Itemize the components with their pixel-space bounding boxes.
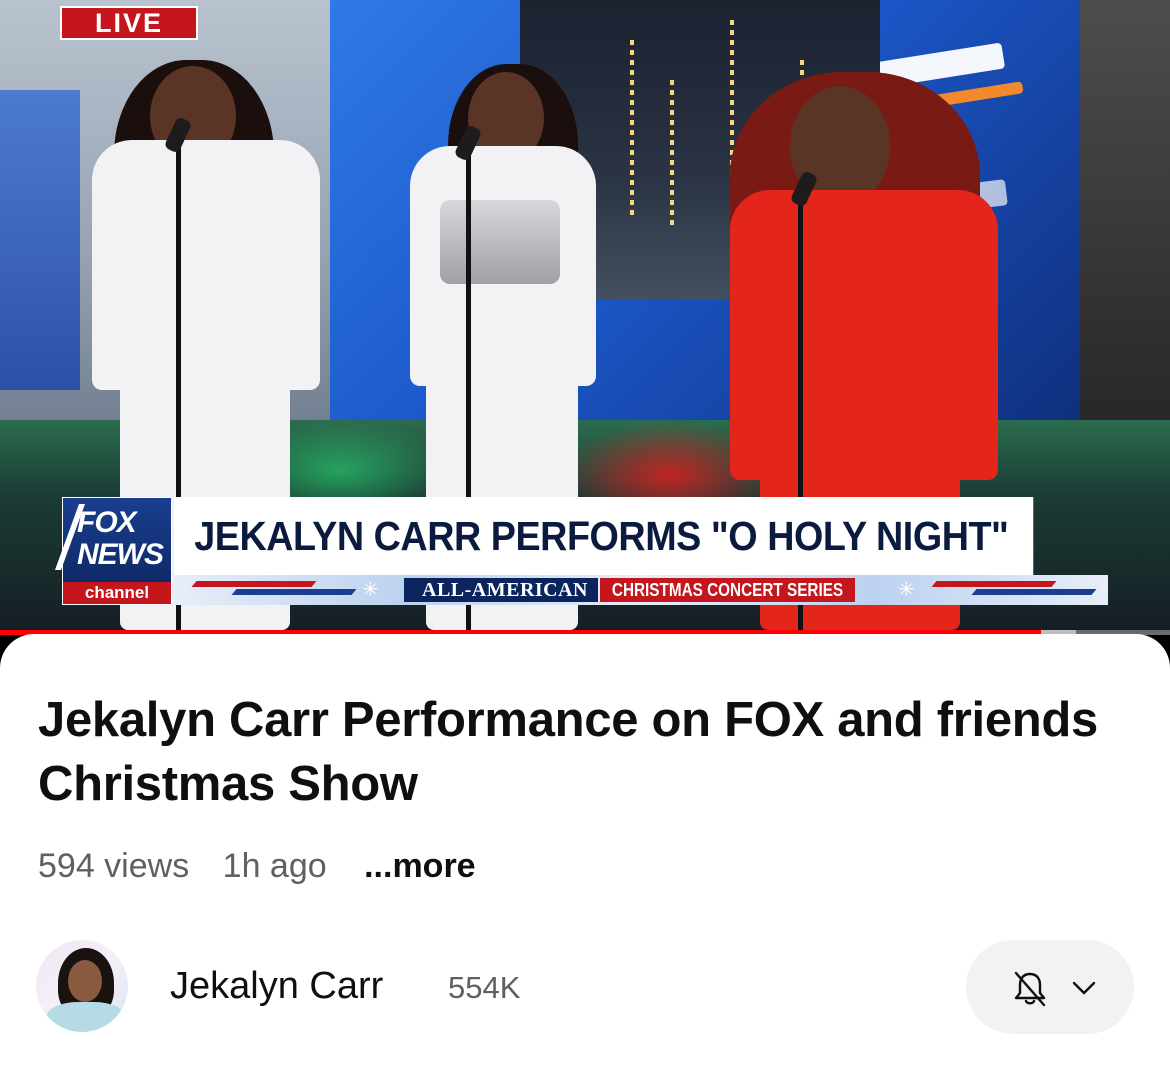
lower-third-headline: JEKALYN CARR PERFORMS "O HOLY NIGHT" [174, 497, 1034, 575]
series-all-american: ALL-AMERICAN [404, 578, 598, 602]
lower-third-series-bar: ✳ ALL-AMERICAN CHRISTMAS CONCERT SERIES … [174, 575, 1108, 605]
snowflake-icon: ✳ [362, 579, 379, 601]
bell-off-icon [1014, 971, 1046, 1007]
subscribed-button[interactable] [966, 940, 1134, 1034]
video-player[interactable]: LIVE FOX NEWS channel JEKALYN CARR PERFO… [0, 0, 1170, 634]
channel-name[interactable]: Jekalyn Carr [170, 964, 383, 1008]
logo-line-channel: channel [63, 582, 171, 604]
subscriber-count: 554K [448, 970, 521, 1005]
video-title[interactable]: Jekalyn Carr Performance on FOX and frie… [38, 688, 1118, 816]
more-button[interactable]: ...more [364, 847, 475, 885]
logo-line-fox: FOX [77, 506, 137, 539]
channel-avatar[interactable] [36, 940, 128, 1032]
video-metadata[interactable]: 594 views 1h ago ...more [38, 844, 500, 888]
view-count: 594 views [38, 847, 190, 885]
channel-row: Jekalyn Carr 554K [0, 936, 1170, 1036]
series-christmas-concert: CHRISTMAS CONCERT SERIES [600, 578, 856, 602]
upload-age: 1h ago [222, 847, 327, 885]
fox-news-logo: FOX NEWS channel [54, 497, 172, 605]
studio-background-band [0, 90, 80, 390]
snowflake-icon: ✳ [898, 579, 915, 601]
logo-line-news: NEWS [77, 538, 164, 571]
chevron-down-icon [1072, 981, 1096, 995]
live-badge: LIVE [60, 6, 198, 40]
